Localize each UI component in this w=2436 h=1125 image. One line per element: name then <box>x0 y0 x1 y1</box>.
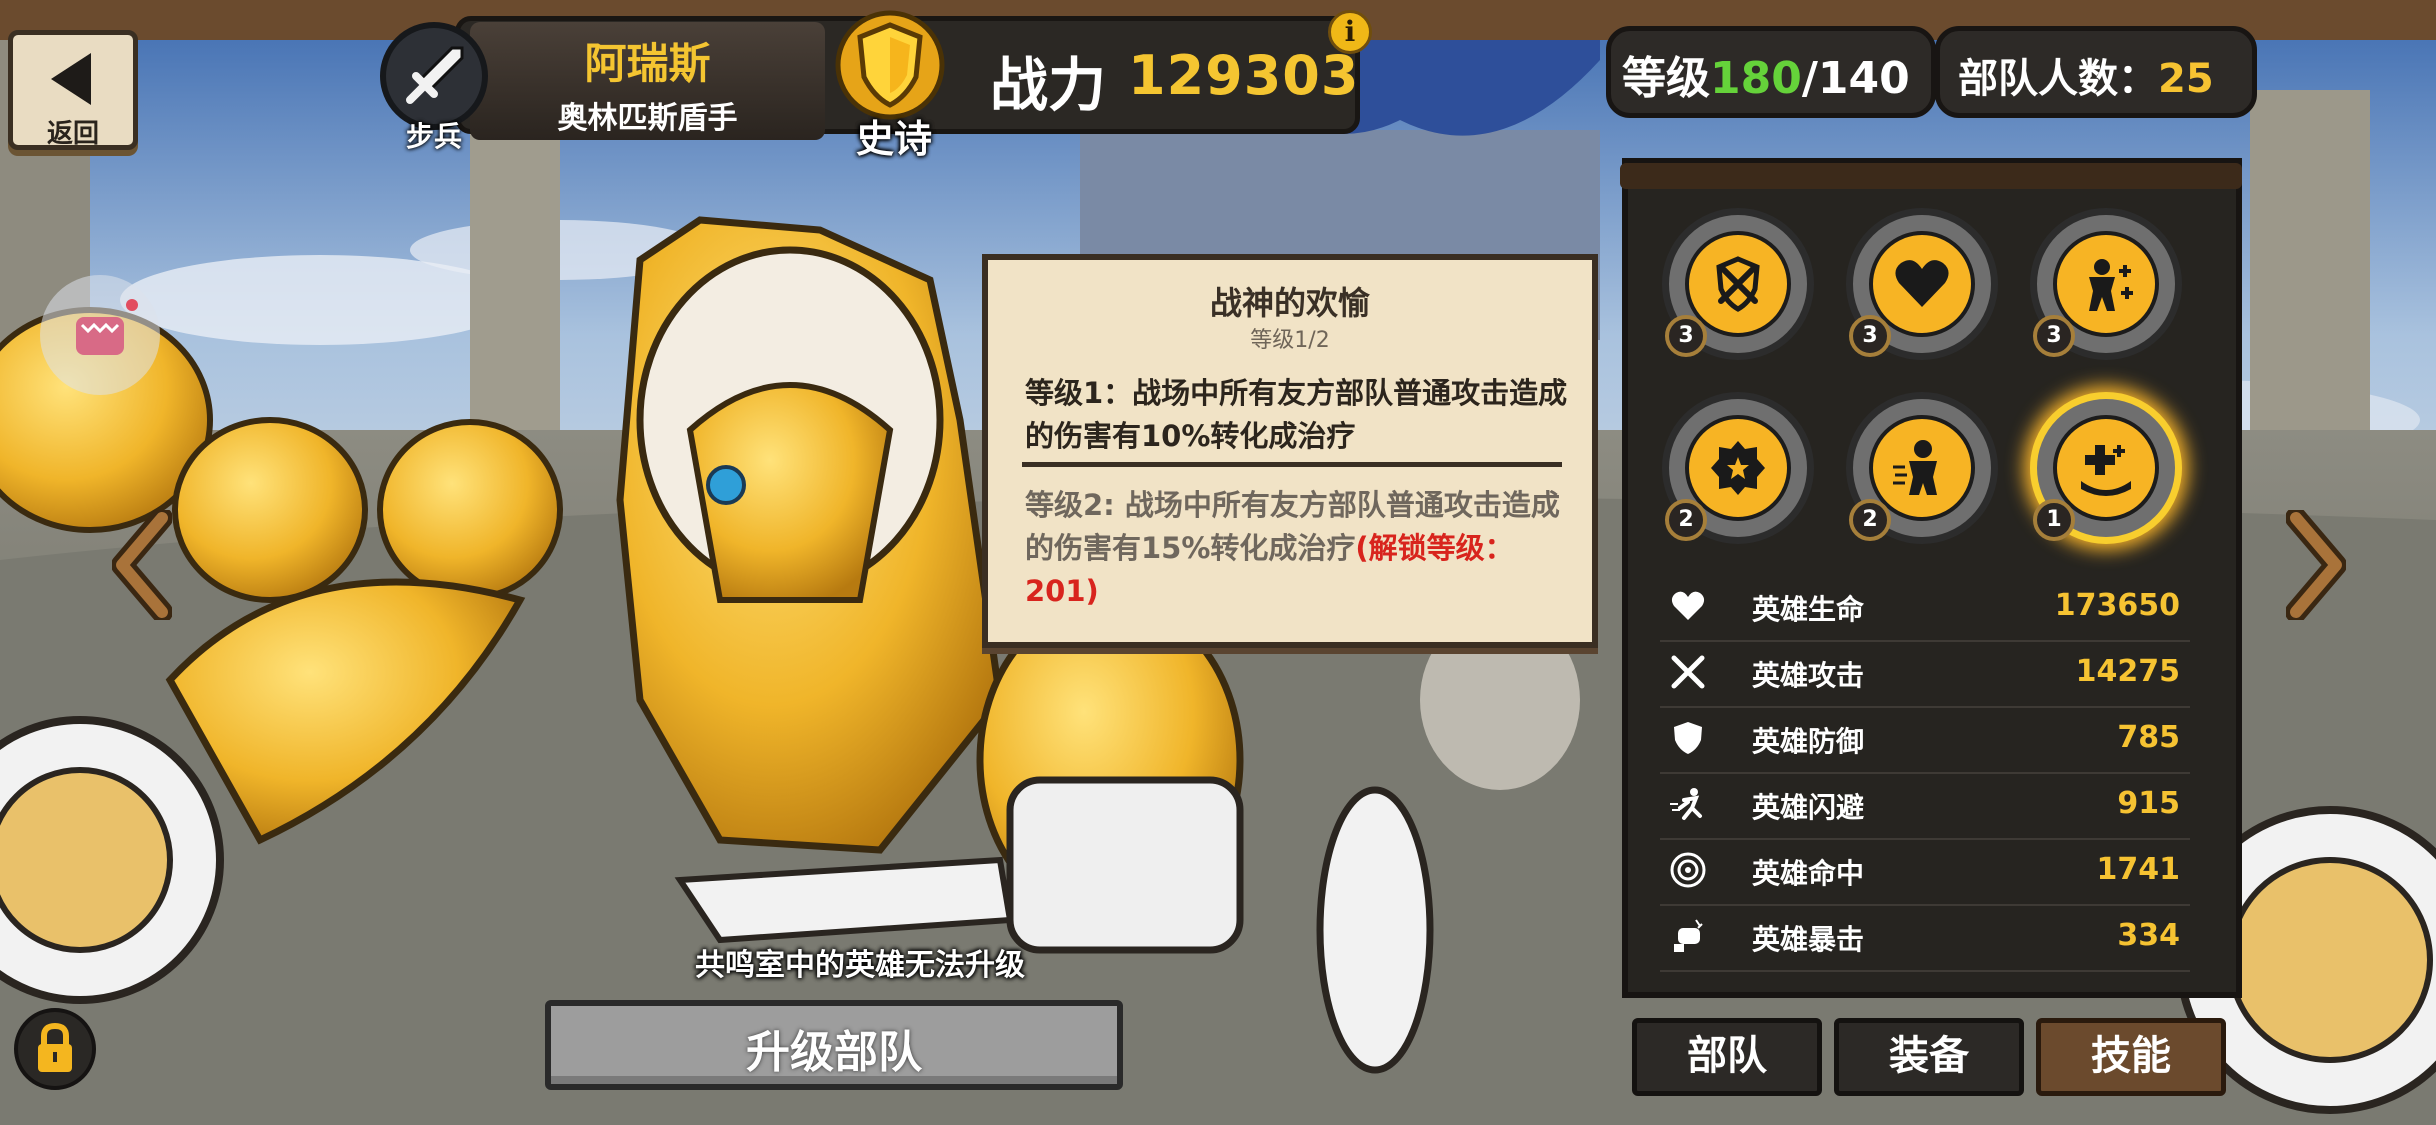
stat-name: 英雄闪避 <box>1752 791 1865 824</box>
troop-count-label: 部队人数： <box>1958 56 2158 102</box>
troop-count-value: 25 <box>2158 56 2214 102</box>
level-max: /140 <box>1801 53 1910 104</box>
stat-value: 334 <box>2117 918 2180 953</box>
skill-slot-4[interactable]: 2 <box>1662 392 1814 544</box>
upgrade-restriction-note: 共鸣室中的英雄无法升级 <box>695 948 1025 983</box>
hero-name: 阿瑞斯 <box>584 39 711 88</box>
skill-level2-description-wrap: 等级2: 战场中所有友方部队普通攻击造成的伤害有15%转化成治疗(解锁等级：20… <box>1025 484 1585 613</box>
speed-person-icon <box>1893 440 1937 495</box>
stat-name: 英雄命中 <box>1752 857 1865 890</box>
troop-count-display: 部队人数：25 <box>1958 46 2214 104</box>
panel-top-bar <box>1620 163 2242 189</box>
back-button[interactable]: 返回 <box>8 30 138 150</box>
tooltip-divider <box>1022 462 1562 467</box>
tab-equipment[interactable]: 装备 <box>1834 1018 2024 1096</box>
level-current: 180 <box>1710 53 1802 104</box>
skill-level-badge: 2 <box>1665 499 1707 541</box>
skill-slot-6-selected[interactable]: 1 <box>2030 392 2182 544</box>
next-hero-arrow-icon[interactable] <box>2286 510 2346 620</box>
info-icon[interactable]: i <box>1328 10 1372 54</box>
skill-tooltip-level: 等级1/2 <box>1250 328 1330 353</box>
skill-slot-1[interactable]: 3 <box>1662 208 1814 360</box>
crossed-swords-icon <box>1671 655 1705 689</box>
stat-row-accuracy: 英雄命中 1741 <box>1660 838 2190 906</box>
chat-monster-icon <box>76 299 138 355</box>
stat-name: 英雄暴击 <box>1752 923 1865 956</box>
previous-hero-arrow-icon[interactable] <box>112 510 172 620</box>
skill-level-badge: 3 <box>1665 315 1707 357</box>
stat-row-defense: 英雄防御 785 <box>1660 706 2190 774</box>
heart-icon <box>1671 591 1705 620</box>
skill-slot-2[interactable]: 3 <box>1846 208 1998 360</box>
skill-level1-description: 等级1：战场中所有友方部队普通攻击造成的伤害有10%转化成治疗 <box>1025 376 1568 453</box>
stat-value: 1741 <box>2096 852 2181 887</box>
crossed-swords-shield-icon <box>1716 256 1760 312</box>
stat-row-crit: 英雄暴击 334 <box>1660 904 2190 972</box>
stat-name: 英雄攻击 <box>1752 659 1865 692</box>
hero-title: 奥林匹斯盾手 <box>557 101 738 136</box>
person-plus-icon <box>2089 259 2133 311</box>
level-display: 等级180/140 <box>1622 42 1910 106</box>
skill-level-badge: 1 <box>2033 499 2075 541</box>
stat-name: 英雄生命 <box>1752 593 1865 626</box>
power-label: 战力 <box>990 51 1107 119</box>
stat-row-attack: 英雄攻击 14275 <box>1660 640 2190 708</box>
sword-icon <box>406 46 464 104</box>
shield-icon <box>1674 722 1702 754</box>
tab-troops[interactable]: 部队 <box>1632 1018 1822 1096</box>
skill-tooltip-title: 战神的欢愉 <box>1209 284 1370 322</box>
fist-icon <box>1674 919 1703 952</box>
stat-value: 785 <box>2117 720 2180 755</box>
stat-row-hp: 英雄生命 173650 <box>1660 574 2190 642</box>
skill-slot-3[interactable]: 3 <box>2030 208 2182 360</box>
target-icon <box>1670 852 1706 888</box>
epic-rarity-shield-icon <box>835 10 945 120</box>
upgrade-troop-label: 升级部队 <box>746 1027 922 1078</box>
power-value: 129303 <box>1128 44 1360 107</box>
skill-level-badge: 3 <box>2033 315 2075 357</box>
back-label: 返回 <box>46 119 99 149</box>
tab-skills[interactable]: 技能 <box>2036 1018 2226 1096</box>
class-badge <box>380 22 488 130</box>
lock-icon <box>38 1022 72 1072</box>
skill-slot-5[interactable]: 2 <box>1846 392 1998 544</box>
stat-row-evasion: 英雄闪避 915 <box>1660 772 2190 840</box>
back-arrow-icon <box>51 53 91 105</box>
skill-level-badge: 2 <box>1849 499 1891 541</box>
rarity-label: 史诗 <box>855 117 932 161</box>
chat-bubble-button[interactable] <box>40 275 160 395</box>
lock-button[interactable] <box>14 1008 96 1090</box>
class-label: 步兵 <box>405 120 462 153</box>
heal-plus-icon <box>2081 445 2131 496</box>
spiked-shield-icon <box>1711 441 1765 495</box>
running-icon <box>1670 788 1702 820</box>
stat-value: 173650 <box>2054 588 2180 623</box>
skill-level-badge: 3 <box>1849 315 1891 357</box>
stat-value: 14275 <box>2075 654 2180 689</box>
stat-name: 英雄防御 <box>1752 725 1865 758</box>
level-label: 等级 <box>1622 53 1710 104</box>
heart-icon <box>1895 260 1949 307</box>
stat-value: 915 <box>2117 786 2180 821</box>
